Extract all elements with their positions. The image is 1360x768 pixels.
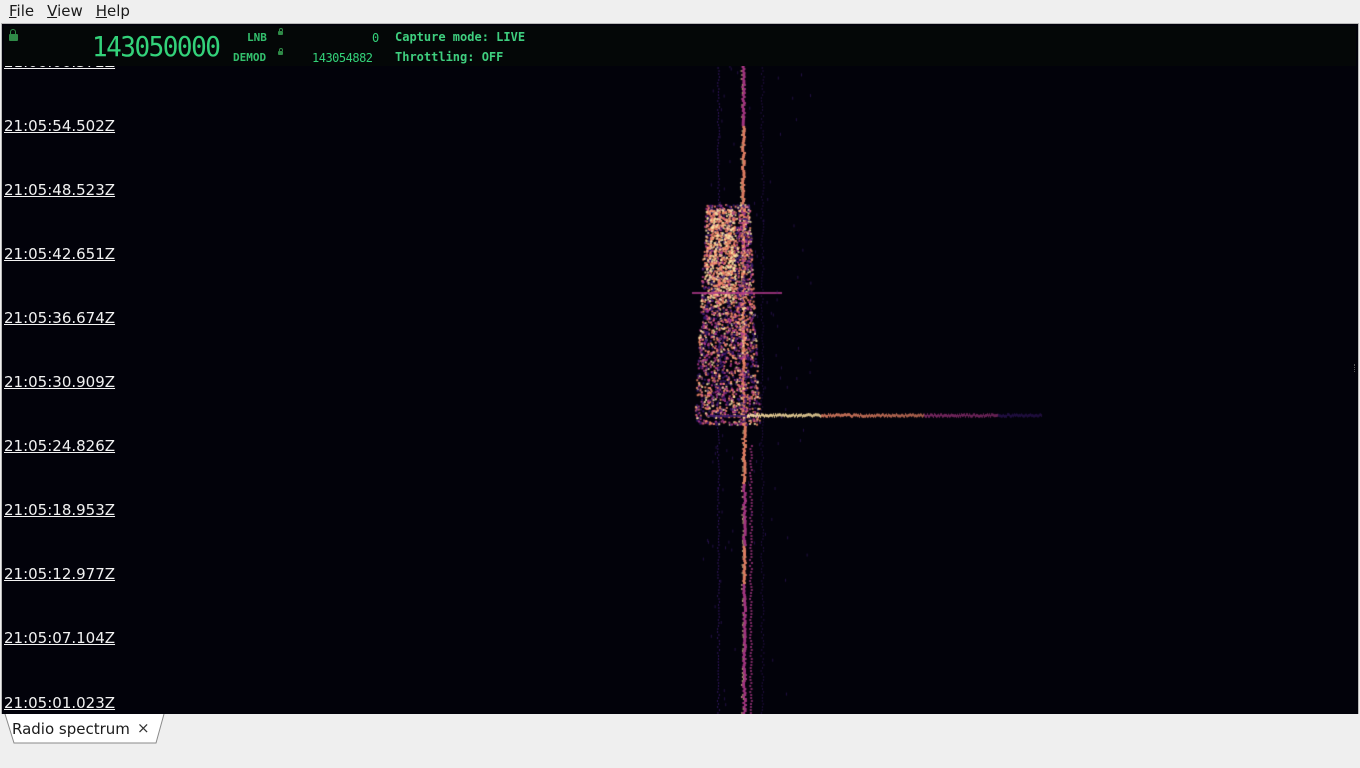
menu-view[interactable]: View <box>38 0 87 22</box>
time-label: 21:05:01.023Z <box>4 694 116 712</box>
tab-label: Radio spectrum <box>12 720 130 738</box>
time-label: 21:05:54.502Z <box>4 117 116 135</box>
menu-help[interactable]: Help <box>87 0 134 22</box>
tab-bar: Radio spectrum × <box>0 714 1360 768</box>
time-label: 21:05:24.826Z <box>4 437 116 455</box>
spectrum-panel[interactable]: 143050000 LNB 0 DEMOD 143054882 Capture … <box>1 23 1359 715</box>
menu-help-label: elp <box>107 2 130 20</box>
demod-value[interactable]: 143054882 <box>312 51 373 65</box>
time-label: 21:05:48.523Z <box>4 181 116 199</box>
status-bar: 143050000 LNB 0 DEMOD 143054882 Capture … <box>4 26 1356 66</box>
waterfall-display[interactable] <box>2 24 1358 714</box>
throttling-text: Throttling: OFF <box>395 50 504 64</box>
menu-view-label: iew <box>57 2 83 20</box>
menu-file-label: ile <box>16 2 35 20</box>
time-label: 21:05:07.104Z <box>4 629 116 647</box>
resize-handle[interactable] <box>1354 364 1357 372</box>
time-label: 21:05:18.953Z <box>4 501 116 519</box>
time-label: 21:05:36.674Z <box>4 309 116 327</box>
demod-lock-icon[interactable] <box>278 48 283 55</box>
close-icon[interactable]: × <box>137 719 150 737</box>
menu-help-mnemonic: H <box>95 2 108 20</box>
lnb-lock-icon[interactable] <box>278 28 283 35</box>
menu-file-mnemonic: F <box>9 2 17 20</box>
tab-radio-spectrum[interactable]: Radio spectrum × <box>4 714 165 744</box>
demod-label: DEMOD <box>233 51 267 64</box>
capture-mode-text: Capture mode: LIVE <box>395 30 526 44</box>
lnb-value[interactable]: 0 <box>372 31 379 45</box>
time-label: 21:05:30.909Z <box>4 373 116 391</box>
lock-icon[interactable] <box>9 29 18 41</box>
menu-view-mnemonic: V <box>47 2 58 20</box>
main-frequency-display[interactable]: 143050000 <box>92 32 221 64</box>
menu-file[interactable]: File <box>0 0 38 22</box>
lnb-label: LNB <box>247 31 267 44</box>
time-label: 21:05:42.651Z <box>4 245 116 263</box>
time-label: 21:05:12.977Z <box>4 565 116 583</box>
menu-bar: File View Help <box>0 0 1360 22</box>
